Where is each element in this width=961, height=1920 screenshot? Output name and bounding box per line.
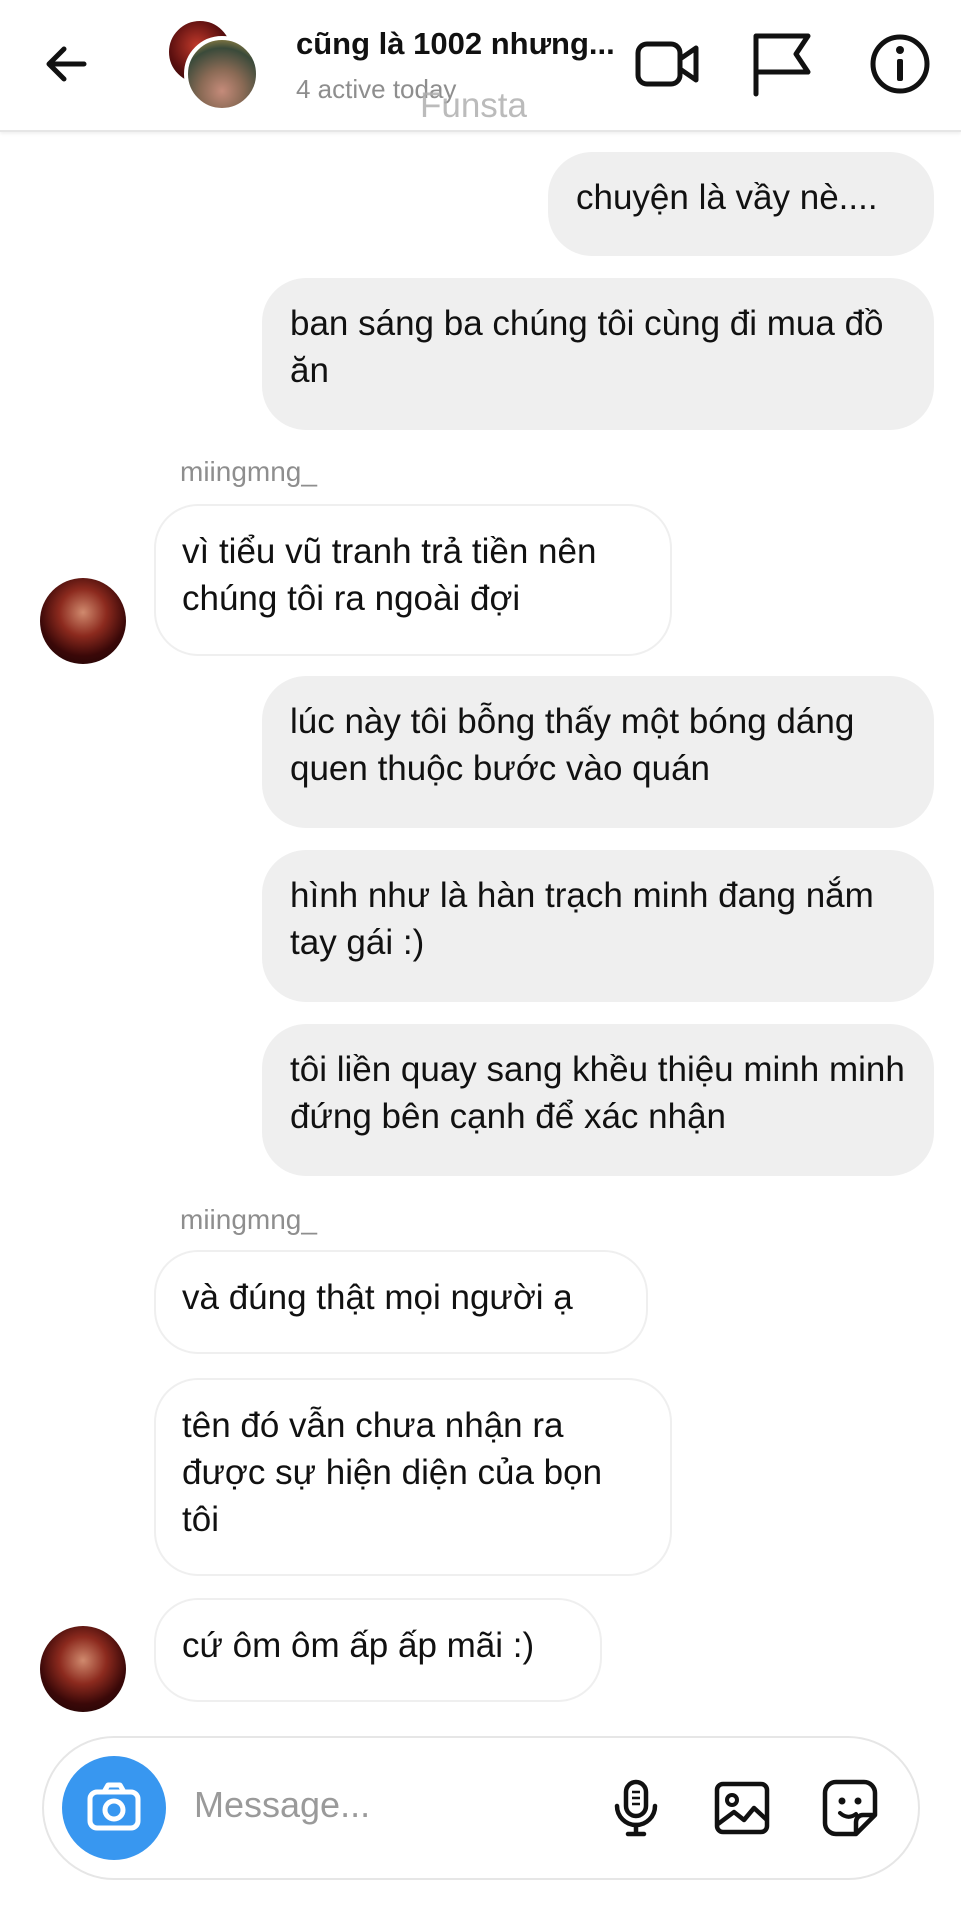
message-bubble-outgoing[interactable]: hình như là hàn trạch minh đang nắm tay …	[262, 850, 934, 1002]
message-composer	[42, 1736, 920, 1880]
message-bubble-incoming[interactable]: và đúng thật mọi người ạ	[154, 1250, 648, 1354]
chat-header: cũng là 1002 nhưng... 4 active today Fun…	[0, 0, 961, 132]
sender-avatar[interactable]	[40, 1626, 126, 1712]
sender-avatar[interactable]	[40, 578, 126, 664]
back-arrow-icon[interactable]	[36, 34, 96, 94]
sticker-icon[interactable]	[818, 1776, 882, 1840]
group-avatar-front	[184, 36, 260, 112]
message-bubble-incoming[interactable]: vì tiểu vũ tranh trả tiền nên chúng tôi …	[154, 504, 672, 656]
message-bubble-incoming[interactable]: cứ ôm ôm ấp ấp mãi :)	[154, 1598, 602, 1702]
microphone-icon[interactable]	[604, 1776, 668, 1840]
sender-name: miingmng_	[180, 456, 317, 487]
message-bubble-outgoing[interactable]: lúc này tôi bỗng thấy một bóng dáng quen…	[262, 676, 934, 828]
watermark: Funsta	[420, 86, 527, 125]
message-input[interactable]	[194, 1784, 574, 1826]
sender-name: miingmng_	[180, 1204, 317, 1235]
message-bubble-outgoing[interactable]: tôi liền quay sang khều thiệu minh minh …	[262, 1024, 934, 1176]
gallery-icon[interactable]	[710, 1776, 774, 1840]
flag-icon[interactable]	[744, 28, 816, 100]
message-bubble-outgoing[interactable]: ban sáng ba chúng tôi cùng đi mua đồ ăn	[262, 278, 934, 430]
info-icon[interactable]	[864, 28, 936, 100]
message-bubble-outgoing[interactable]: chuyện là vầy nè....	[548, 152, 934, 256]
camera-icon[interactable]	[62, 1756, 166, 1860]
message-bubble-incoming[interactable]: tên đó vẫn chưa nhận ra được sự hiện diệ…	[154, 1378, 672, 1576]
group-avatar[interactable]	[166, 18, 260, 112]
video-call-icon[interactable]	[632, 28, 704, 100]
chat-title[interactable]: cũng là 1002 nhưng...	[296, 26, 636, 62]
